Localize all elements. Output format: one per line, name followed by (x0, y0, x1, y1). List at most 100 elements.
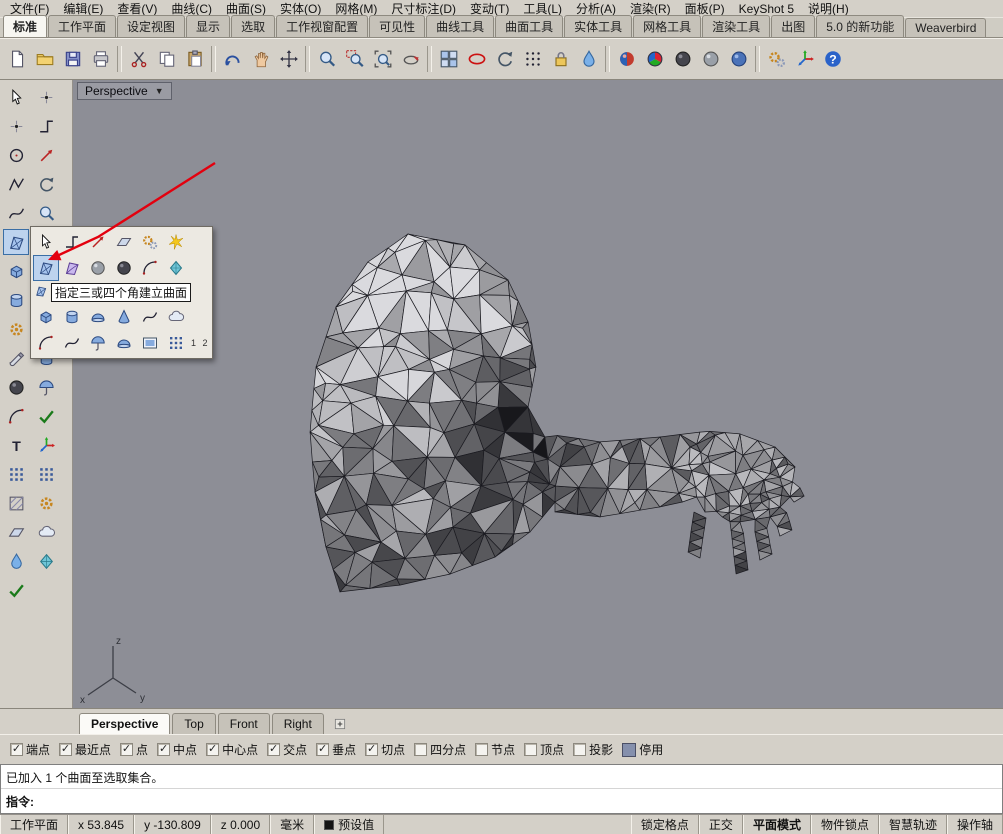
osnap-checkbox-6[interactable]: ✓ (316, 743, 329, 756)
osnap-checkbox-9[interactable] (475, 743, 488, 756)
print-icon[interactable] (87, 46, 114, 73)
analyze-tool-icon[interactable] (33, 403, 59, 429)
toolbar-tab-3[interactable]: 显示 (186, 15, 230, 37)
palette-sphere-icon[interactable] (85, 255, 111, 281)
osnap-checkbox-1[interactable]: ✓ (59, 743, 72, 756)
gem-tool-icon[interactable] (33, 548, 59, 574)
save-file-icon[interactable] (59, 46, 86, 73)
cut-icon[interactable] (125, 46, 152, 73)
osnap-option-7[interactable]: ✓切点 (365, 741, 405, 758)
toolbar-tab-1[interactable]: 工作平面 (48, 15, 116, 37)
ghosted-mode-icon[interactable] (697, 46, 724, 73)
palette-box-icon[interactable] (33, 304, 59, 330)
toolbar-tab-13[interactable]: 5.0 的新功能 (816, 15, 904, 37)
chevron-down-icon[interactable]: ▼ (155, 86, 164, 96)
undo-icon[interactable] (219, 46, 246, 73)
box-tool-icon[interactable] (3, 258, 29, 284)
osnap-disable[interactable]: 停用 (622, 741, 663, 758)
toolbar-tab-14[interactable]: Weaverbird (905, 18, 986, 37)
osnap-option-6[interactable]: ✓垂点 (316, 741, 356, 758)
zoom-extents-icon[interactable] (369, 46, 396, 73)
palette-gem-icon[interactable] (163, 255, 189, 281)
render-icon[interactable] (613, 46, 640, 73)
grid-tool-icon[interactable] (33, 461, 59, 487)
toolbar-tab-7[interactable]: 曲线工具 (426, 15, 494, 37)
cylinder-tool-icon[interactable] (3, 287, 29, 313)
select-tool-icon[interactable] (3, 84, 29, 110)
status-toggle-0[interactable]: 锁定格点 (631, 815, 699, 834)
point-tool-2-icon[interactable] (33, 84, 59, 110)
add-viewport-tab-button[interactable] (330, 714, 350, 733)
help-icon[interactable]: ? (819, 46, 846, 73)
zoom-tool-icon[interactable] (33, 200, 59, 226)
palette-cloud-icon[interactable] (163, 304, 189, 330)
toolbar-tab-9[interactable]: 实体工具 (564, 15, 632, 37)
palette-select-icon[interactable] (33, 229, 59, 255)
osnap-checkbox-2[interactable]: ✓ (120, 743, 133, 756)
osnap-checkbox-3[interactable]: ✓ (157, 743, 170, 756)
palette-dome-2-icon[interactable] (111, 330, 137, 356)
toolbar-tab-11[interactable]: 渲染工具 (702, 15, 770, 37)
osnap-option-10[interactable]: 顶点 (524, 741, 564, 758)
osnap-checkbox-0[interactable]: ✓ (10, 743, 23, 756)
viewport-title[interactable]: Perspective ▼ (77, 82, 172, 100)
toolbar-tab-8[interactable]: 曲面工具 (495, 15, 563, 37)
palette-picture-frame-icon[interactable] (137, 330, 163, 356)
sphere-tool-icon[interactable] (3, 374, 29, 400)
viewport-canvas[interactable]: Perspective ▼ z x y (73, 80, 1003, 708)
options-icon[interactable] (763, 46, 790, 73)
layer-button[interactable]: 预设值 (314, 815, 384, 834)
analysis-icon[interactable] (575, 46, 602, 73)
palette-corner-lines-icon[interactable] (59, 229, 85, 255)
curve-tool-icon[interactable] (3, 200, 29, 226)
osnap-checkbox-11[interactable] (573, 743, 586, 756)
array-tool-icon[interactable] (3, 461, 29, 487)
toolbar-tab-4[interactable]: 选取 (231, 15, 275, 37)
drape-tool-icon[interactable] (3, 548, 29, 574)
surface-from-edges-icon[interactable] (59, 255, 85, 281)
palette-sphere-dark-icon[interactable] (111, 255, 137, 281)
status-toggle-1[interactable]: 正交 (699, 815, 743, 834)
palette-arc-2-icon[interactable] (33, 330, 59, 356)
pan-view-icon[interactable] (247, 46, 274, 73)
status-toggle-3[interactable]: 物件锁点 (811, 815, 879, 834)
zoom-dynamic-icon[interactable] (313, 46, 340, 73)
palette-move-face-icon[interactable] (85, 229, 111, 255)
settings-tool-icon[interactable] (3, 316, 29, 342)
osnap-option-1[interactable]: ✓最近点 (59, 741, 111, 758)
cplane-tool-icon[interactable] (33, 113, 59, 139)
plane-tool-icon[interactable] (3, 519, 29, 545)
osnap-option-4[interactable]: ✓中心点 (206, 741, 258, 758)
osnap-option-0[interactable]: ✓端点 (10, 741, 50, 758)
cplane-button[interactable]: 工作平面 (0, 815, 68, 834)
toolbar-tab-5[interactable]: 工作视窗配置 (276, 15, 368, 37)
copy-icon[interactable] (153, 46, 180, 73)
patch-tool-icon[interactable] (33, 374, 59, 400)
toolbar-tab-0[interactable]: 标准 (3, 15, 47, 37)
rotate-view-icon[interactable] (397, 46, 424, 73)
palette-plane-icon[interactable] (111, 229, 137, 255)
palette-settings-icon[interactable] (137, 229, 163, 255)
arc-tool-icon[interactable] (3, 403, 29, 429)
toolbar-tab-2[interactable]: 设定视图 (117, 15, 185, 37)
gumball-tool-icon[interactable] (33, 432, 59, 458)
polyline-tool-icon[interactable] (3, 171, 29, 197)
viewport-tab-front[interactable]: Front (218, 713, 270, 734)
osnap-option-5[interactable]: ✓交点 (267, 741, 307, 758)
palette-point-grid-icon[interactable] (163, 330, 189, 356)
status-toggle-4[interactable]: 智慧轨迹 (879, 815, 947, 834)
split-tool-icon[interactable] (3, 345, 29, 371)
open-file-icon[interactable] (31, 46, 58, 73)
status-toggle-5[interactable]: 操作轴 (947, 815, 1003, 834)
options-tool-icon[interactable] (33, 490, 59, 516)
palette-umbrella-surface-icon[interactable] (85, 330, 111, 356)
mesh-model[interactable]: z x y (73, 80, 1003, 708)
osnap-option-11[interactable]: 投影 (573, 741, 613, 758)
osnap-checkbox-7[interactable]: ✓ (365, 743, 378, 756)
move-view-icon[interactable] (275, 46, 302, 73)
palette-dome-icon[interactable] (85, 304, 111, 330)
surface-3-or-4-points-icon[interactable] (33, 255, 59, 281)
point-tool-icon[interactable] (3, 113, 29, 139)
zoom-window-icon[interactable] (341, 46, 368, 73)
hide-objects-icon[interactable] (463, 46, 490, 73)
